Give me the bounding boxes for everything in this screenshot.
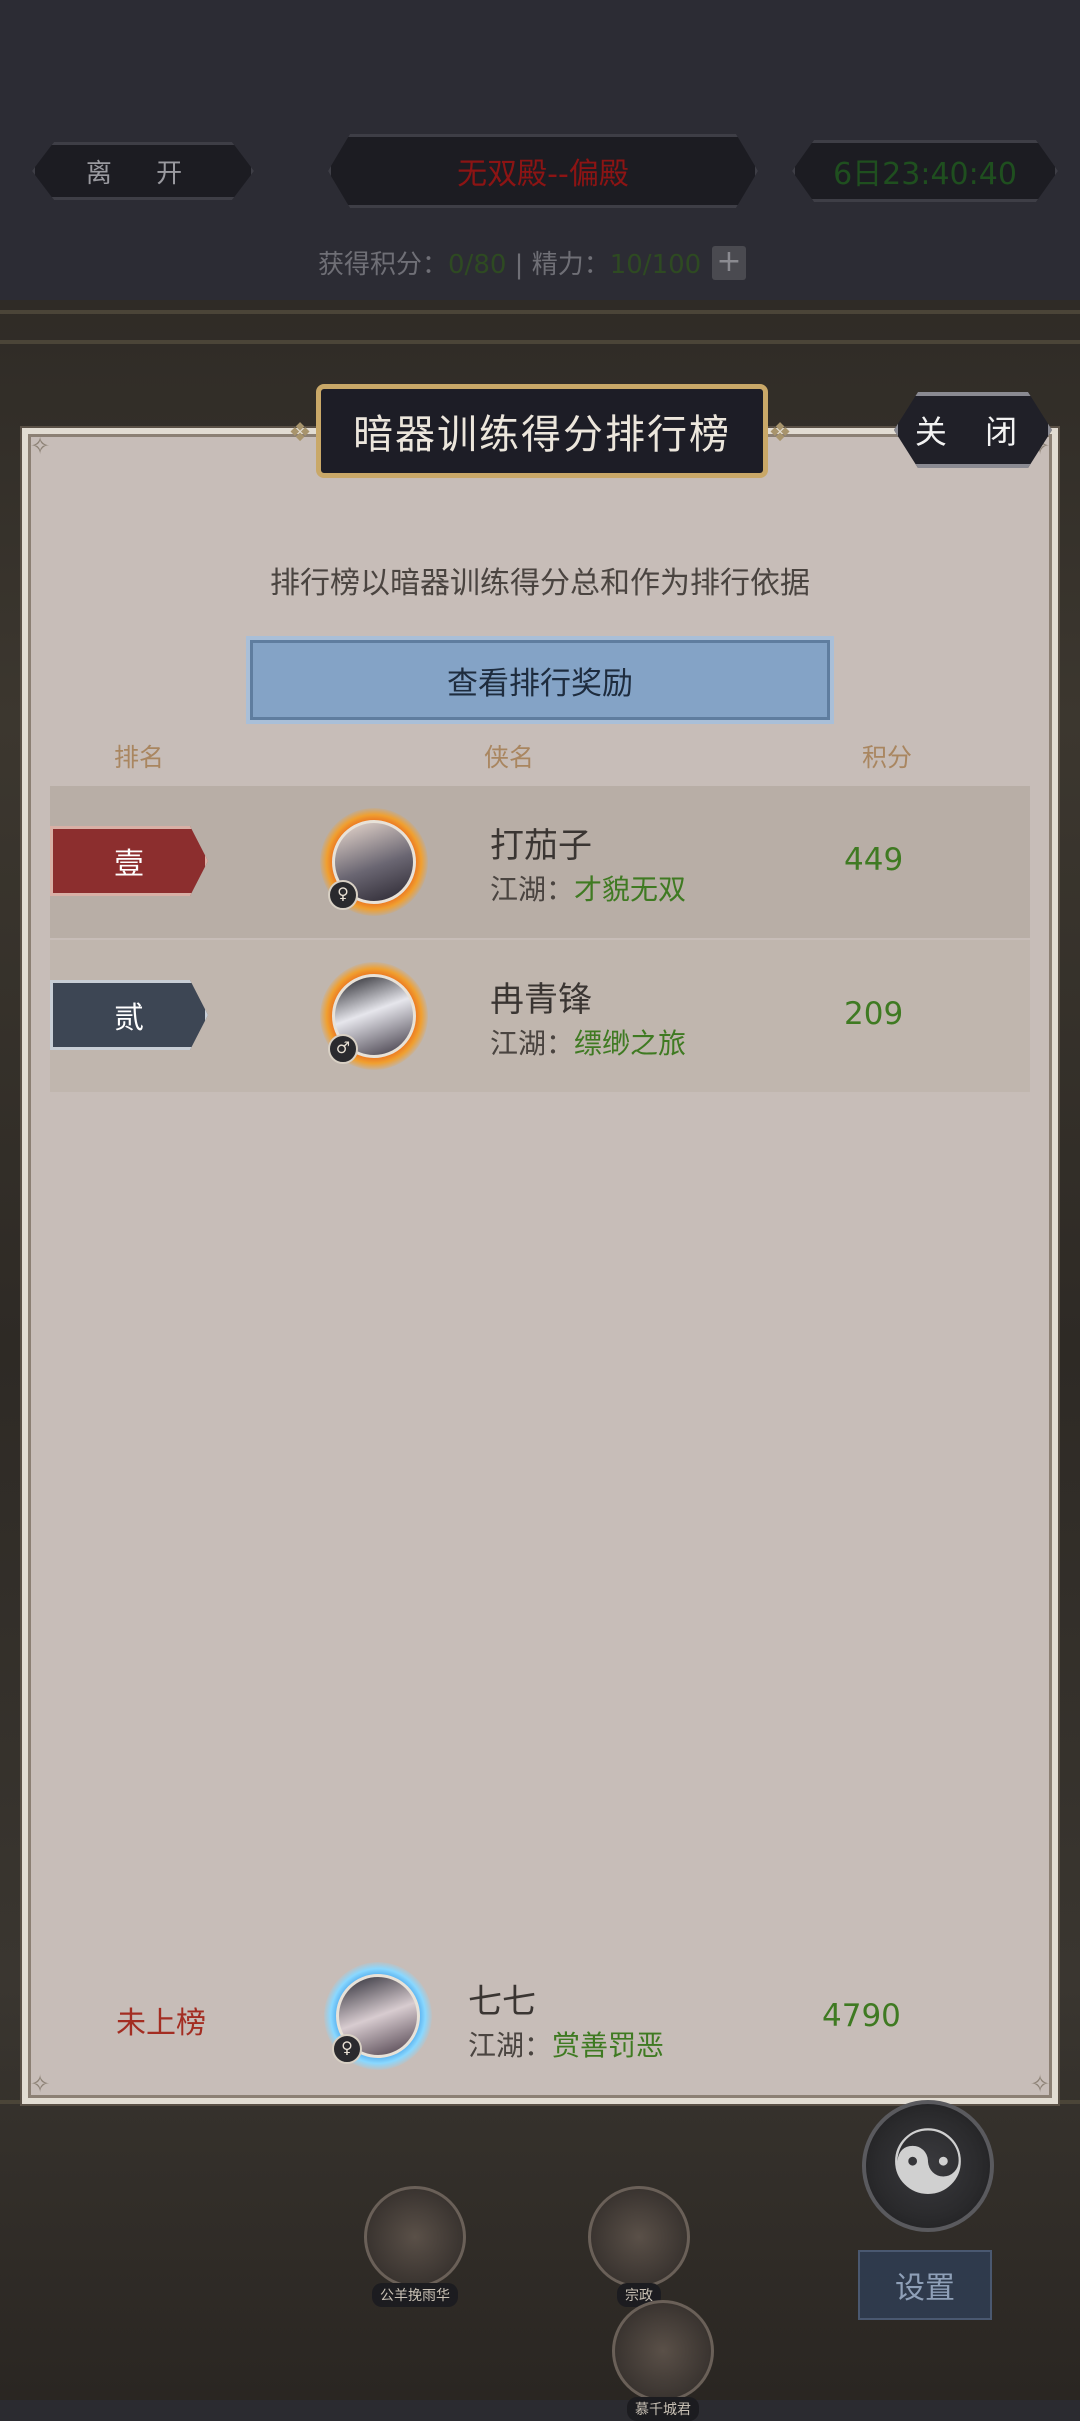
title-ornament-icon: ❖	[288, 418, 312, 448]
player-name: 打茄子	[490, 826, 592, 866]
npc-portrait	[588, 2186, 690, 2288]
npc-portrait	[612, 2300, 714, 2402]
avatar[interactable]: ♀	[320, 808, 428, 916]
npc-character[interactable]: 慕千城君	[612, 2300, 714, 2421]
divider: |	[514, 250, 524, 280]
male-icon: ♂	[328, 1034, 358, 1064]
self-score: 4790	[822, 1998, 901, 2034]
scene-beam	[0, 310, 1080, 314]
npc-name: 公羊挽雨华	[372, 2283, 458, 2307]
rank-badge: 贰	[50, 980, 208, 1050]
jianghu-label: 江湖：	[490, 873, 575, 906]
rank-badge: 壹	[50, 826, 208, 896]
corner-ornament-icon: ✧	[1029, 2070, 1051, 2098]
countdown-timer: 6日23:40:40	[792, 140, 1058, 202]
npc-portrait	[364, 2186, 466, 2288]
panel-title: 暗器训练得分排行榜	[316, 384, 768, 478]
ranking-description: 排行榜以暗器训练得分总和作为排行依据	[270, 566, 810, 601]
jianghu-title-line: 江湖：缥缈之旅	[490, 1022, 686, 1062]
jianghu-title: 赏善罚恶	[552, 2029, 665, 2062]
jianghu-title-line: 江湖：才貌无双	[490, 868, 686, 908]
corner-ornament-icon: ✧	[29, 432, 51, 460]
jianghu-title: 才貌无双	[574, 873, 687, 906]
female-icon: ♀	[328, 880, 358, 910]
settings-button[interactable]: 设置	[858, 2250, 992, 2320]
jianghu-label: 江湖：	[468, 2029, 553, 2062]
player-score: 209	[844, 996, 904, 1032]
npc-name: 慕千城君	[627, 2397, 699, 2421]
jianghu-label: 江湖：	[490, 1027, 575, 1060]
yin-yang-icon[interactable]: ☯	[862, 2100, 994, 2232]
self-avatar[interactable]: ♀	[324, 1962, 432, 2070]
ranking-row[interactable]: 贰 ♂ 冉青锋 江湖：缥缈之旅 209	[50, 940, 1030, 1092]
hall-name: 无双殿--偏殿	[328, 134, 758, 208]
close-button[interactable]: 关 闭	[894, 392, 1052, 468]
npc-character[interactable]: 宗政	[588, 2186, 690, 2307]
leave-button[interactable]: 离 开	[32, 142, 254, 200]
jianghu-title: 缥缈之旅	[574, 1027, 687, 1060]
self-name: 七七	[468, 1982, 536, 2022]
player-name: 冉青锋	[490, 980, 592, 1020]
energy-label: 精力：	[531, 250, 610, 280]
energy-value: 10/100	[609, 250, 702, 280]
points-value: 0/80	[448, 250, 507, 280]
self-jianghu-title-line: 江湖：赏善罚恶	[468, 2024, 664, 2064]
column-header-score: 积分	[862, 743, 913, 772]
female-icon: ♀	[332, 2034, 362, 2064]
column-header-name: 侠名	[484, 743, 535, 772]
scene-beam	[0, 340, 1080, 344]
points-energy-line: 获得积分：0/80 | 精力：10/100	[318, 244, 701, 281]
npc-character[interactable]: 公羊挽雨华	[364, 2186, 466, 2307]
corner-ornament-icon: ✧	[29, 2070, 51, 2098]
view-rewards-button[interactable]: 查看排行奖励	[250, 640, 830, 720]
points-label: 获得积分：	[318, 250, 449, 280]
column-header-rank: 排名	[114, 743, 165, 772]
avatar[interactable]: ♂	[320, 962, 428, 1070]
self-rank-status: 未上榜	[116, 2006, 206, 2041]
add-energy-button[interactable]: +	[712, 246, 746, 280]
top-bar: 离 开 无双殿--偏殿 6日23:40:40 获得积分：0/80 | 精力：10…	[0, 0, 1080, 300]
player-score: 449	[844, 842, 904, 878]
ranking-row[interactable]: 壹 ♀ 打茄子 江湖：才貌无双 449	[50, 786, 1030, 938]
